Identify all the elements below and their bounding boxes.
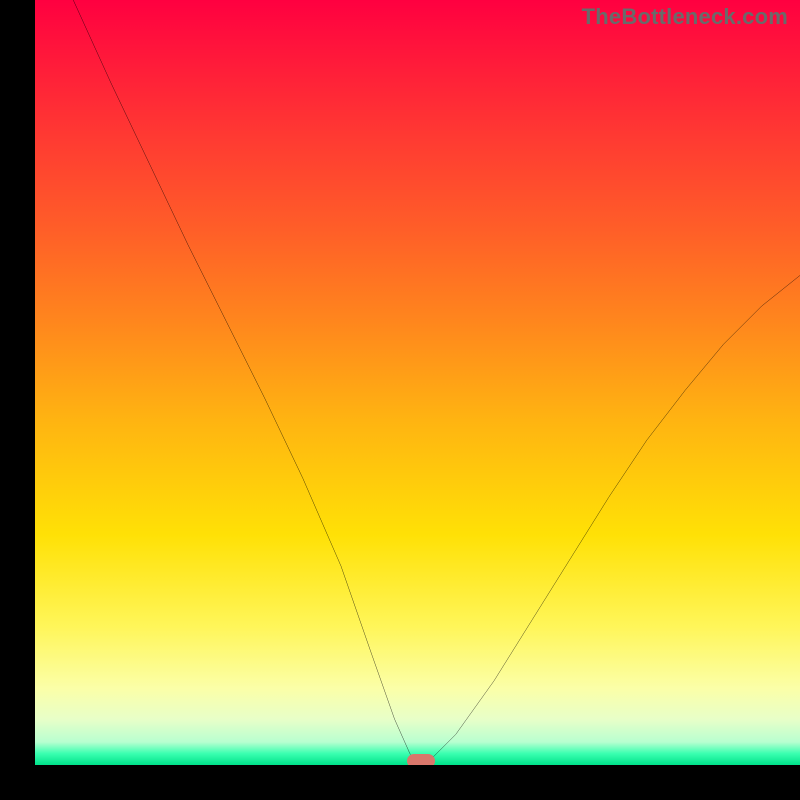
- curve-path: [73, 0, 800, 761]
- chart-frame: TheBottleneck.com: [0, 0, 800, 800]
- plot-area: [35, 0, 800, 765]
- optimal-point-marker: [407, 754, 435, 765]
- bottleneck-curve: [35, 0, 800, 765]
- watermark-text: TheBottleneck.com: [582, 4, 788, 30]
